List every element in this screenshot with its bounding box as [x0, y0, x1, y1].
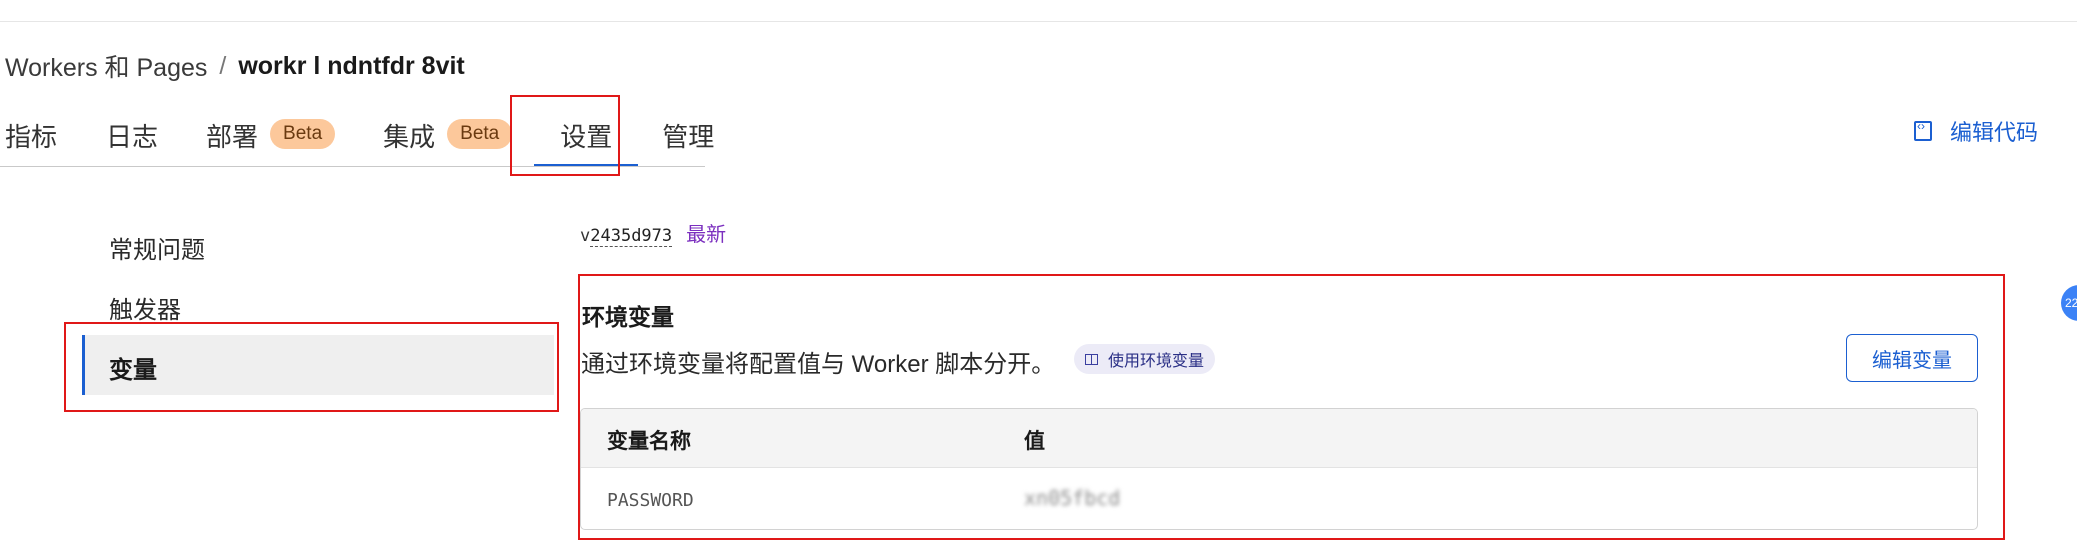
- beta-badge: Beta: [447, 119, 513, 149]
- beta-badge: Beta: [270, 119, 336, 149]
- version-line: v 2435d973 最新: [580, 218, 726, 247]
- tab-label: 部署: [206, 122, 259, 152]
- tab-label: 日志: [106, 122, 159, 152]
- tab-label: 管理: [662, 122, 715, 152]
- edit-code-link[interactable]: 编辑代码: [1914, 115, 2038, 147]
- top-divider: [0, 21, 2077, 22]
- code-icon: [1914, 119, 1932, 141]
- tab-label: 集成: [383, 122, 436, 152]
- sidebar-item-label: 常规问题: [109, 237, 205, 264]
- highlight-box-env-section: [578, 274, 2005, 540]
- breadcrumb-root[interactable]: Workers 和 Pages: [5, 48, 207, 84]
- version-hash[interactable]: 2435d973: [590, 226, 673, 247]
- edit-code-label: 编辑代码: [1950, 120, 2039, 145]
- tab-label: 指标: [5, 122, 58, 152]
- tab-logs[interactable]: 日志: [106, 105, 158, 167]
- tab-integrations[interactable]: 集成 Beta: [383, 105, 513, 167]
- highlight-box-settings-tab: [510, 95, 620, 176]
- tab-manage[interactable]: 管理: [662, 105, 714, 167]
- tab-deployments[interactable]: 部署 Beta: [206, 105, 336, 167]
- breadcrumb-current: workr l ndntfdr 8vit: [238, 51, 465, 80]
- sidebar-item-general[interactable]: 常规问题: [109, 230, 205, 265]
- version-prefix: v: [580, 226, 591, 246]
- sidebar-item-triggers[interactable]: 触发器: [109, 290, 181, 325]
- latest-label: 最新: [686, 224, 727, 246]
- highlight-box-variables: [64, 322, 559, 412]
- floating-notification-badge[interactable]: 22: [2061, 285, 2077, 321]
- breadcrumb: Workers 和 Pages / workr l ndntfdr 8vit: [5, 48, 465, 84]
- tab-metrics[interactable]: 指标: [5, 105, 57, 167]
- sidebar-item-label: 触发器: [109, 297, 181, 324]
- breadcrumb-separator: /: [219, 51, 227, 80]
